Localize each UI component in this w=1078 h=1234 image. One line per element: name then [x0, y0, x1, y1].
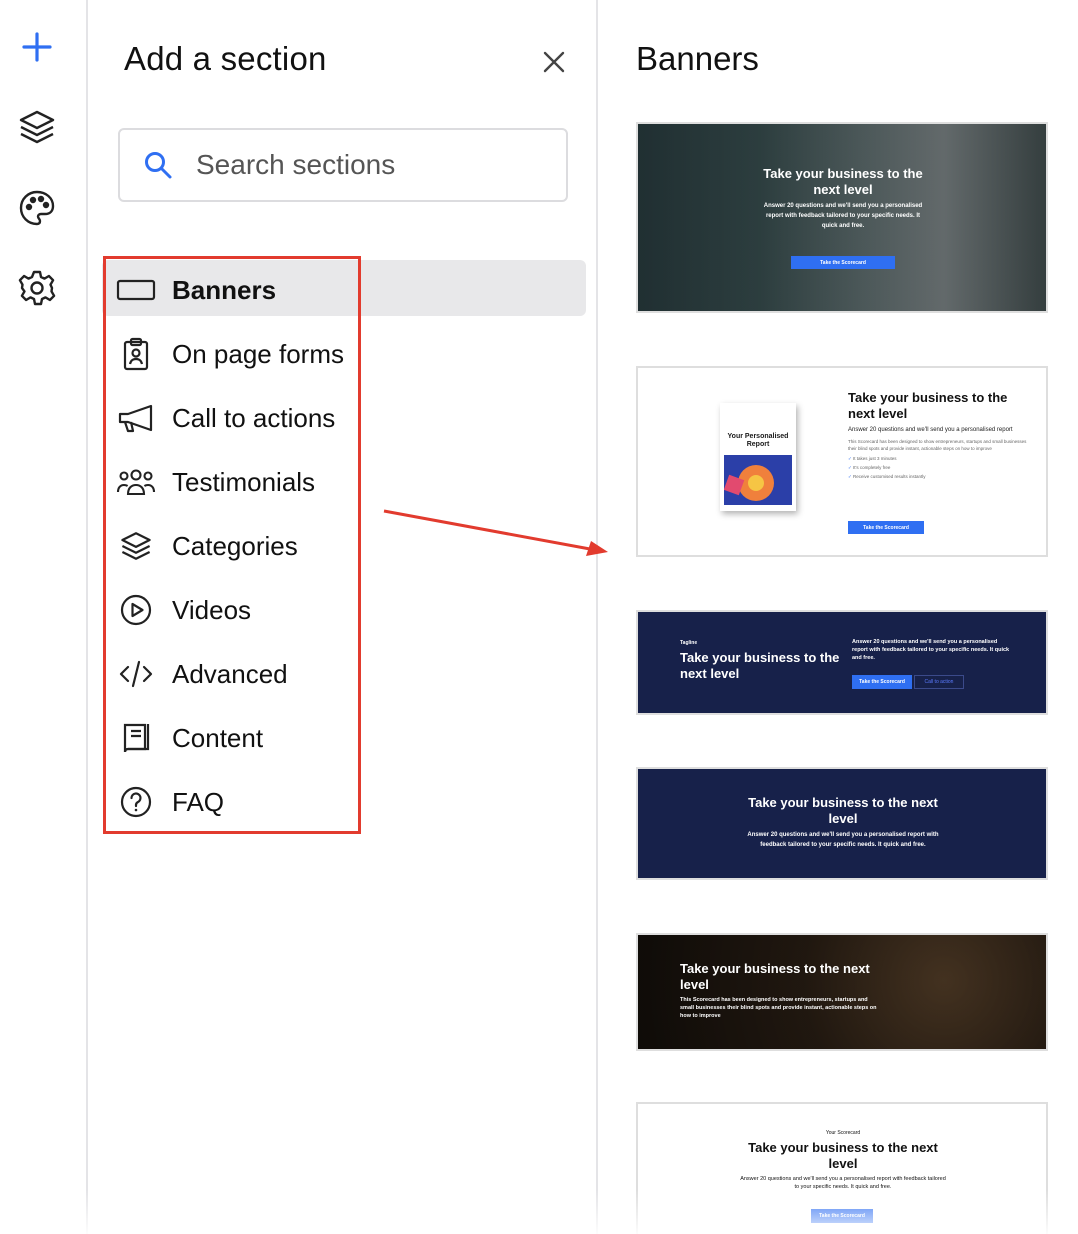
search-box — [118, 128, 568, 202]
banner-thumb-5[interactable]: Take your business to the next level Thi… — [636, 933, 1048, 1051]
preview-title: Banners — [636, 40, 759, 77]
category-label: FAQ — [172, 786, 225, 817]
banner-thumb-4[interactable]: Take your business to the next level Ans… — [636, 767, 1048, 880]
category-label: Call to actions — [172, 402, 336, 433]
banner-rectangle-icon — [116, 270, 156, 310]
category-label: Content — [172, 722, 264, 753]
category-label: Testimonials — [172, 466, 316, 497]
thumb-body: Answer 20 questions and we'll send you a… — [848, 427, 1013, 433]
thumb-body: Answer 20 questions and we'll send you a… — [747, 832, 939, 848]
code-icon — [116, 654, 156, 694]
category-item-categories[interactable]: Categories — [102, 514, 452, 578]
category-item-testimonials[interactable]: Testimonials — [102, 450, 452, 514]
banner-thumb-3[interactable]: Tagline Take your business to the next l… — [636, 610, 1048, 715]
layers-icon[interactable] — [14, 104, 60, 150]
people-group-icon — [116, 462, 156, 502]
palette-icon[interactable] — [14, 185, 60, 231]
banner-thumb-2[interactable]: Your Personalised Report Take your busin… — [636, 366, 1048, 557]
category-item-advanced[interactable]: Advanced — [102, 642, 452, 706]
thumb-body: Answer 20 questions and we'll send you a… — [740, 1176, 946, 1190]
category-item-on-page-forms[interactable]: On page forms — [102, 322, 452, 386]
thumb-secondary-button: Call to action — [914, 675, 964, 689]
form-clipboard-icon — [116, 334, 156, 374]
thumb-heading: Take your business to the next level — [680, 961, 870, 992]
layers-icon — [116, 526, 156, 566]
icon-rail — [0, 0, 88, 1234]
category-item-videos[interactable]: Videos — [102, 578, 452, 642]
thumb-tagline: Tagline — [680, 640, 698, 646]
thumb-heading: Take your business to the next level — [748, 1140, 938, 1171]
check-item: ✓ Receive customised results instantly — [848, 474, 926, 479]
category-label: Advanced — [172, 658, 288, 689]
banner-preview-column: Banners Take your business to the next l… — [600, 0, 1078, 1234]
thumb-cta-button: Take the Scorecard — [811, 1209, 873, 1223]
thumb-tagline: Your Scorecard — [825, 1130, 861, 1136]
category-item-faq[interactable]: FAQ — [102, 770, 452, 834]
category-label: Categories — [172, 530, 298, 561]
search-input[interactable] — [196, 149, 536, 181]
add-icon[interactable] — [14, 24, 60, 70]
thumb-heading: Take your business to the next level — [748, 795, 938, 826]
thumb-cta-button: Take the Scorecard — [791, 256, 895, 269]
thumb-body: This Scorecard has been designed to show… — [680, 997, 877, 1019]
thumb-heading: Take your business to the next level — [763, 166, 923, 197]
thumb-cta-button: Take the Scorecard — [848, 521, 924, 534]
add-section-panel: Add a section Banners On page forms Call — [88, 0, 598, 1234]
thumb-small-text: This Scorecard has been designed to show… — [848, 439, 1027, 451]
banner-thumb-6[interactable]: Your Scorecard Take your business to the… — [636, 1102, 1048, 1234]
search-icon — [142, 149, 174, 181]
play-circle-icon — [116, 590, 156, 630]
category-item-banners[interactable]: Banners — [102, 258, 452, 322]
thumb-heading: Take your business to the next level — [848, 390, 1008, 421]
thumb-heading: Take your business to the next level — [680, 650, 840, 681]
megaphone-icon — [116, 398, 156, 438]
category-item-content[interactable]: Content — [102, 706, 452, 770]
thumb-body: Answer 20 questions and we'll send you a… — [763, 203, 923, 229]
banner-thumb-1[interactable]: Take your business to the next level Ans… — [636, 122, 1048, 313]
category-label: Banners — [172, 274, 277, 305]
category-item-call-to-actions[interactable]: Call to actions — [102, 386, 452, 450]
report-cover: Your Personalised Report — [720, 403, 796, 511]
close-icon[interactable] — [540, 48, 568, 76]
check-item: ✓ It's completely free — [848, 465, 891, 470]
panel-title: Add a section — [124, 40, 327, 77]
question-circle-icon — [116, 782, 156, 822]
category-list: Banners On page forms Call to actions Te… — [102, 258, 452, 834]
category-label: On page forms — [172, 338, 344, 369]
report-label: Your Personalised Report — [727, 433, 789, 448]
category-label: Videos — [172, 594, 252, 625]
thumb-cta-button: Take the Scorecard — [852, 675, 912, 689]
thumb-body: Answer 20 questions and we'll send you a… — [852, 639, 1010, 661]
settings-gear-icon[interactable] — [14, 266, 60, 312]
check-item: ✓ It takes just 3 minutes — [848, 456, 897, 461]
book-icon — [116, 718, 156, 758]
